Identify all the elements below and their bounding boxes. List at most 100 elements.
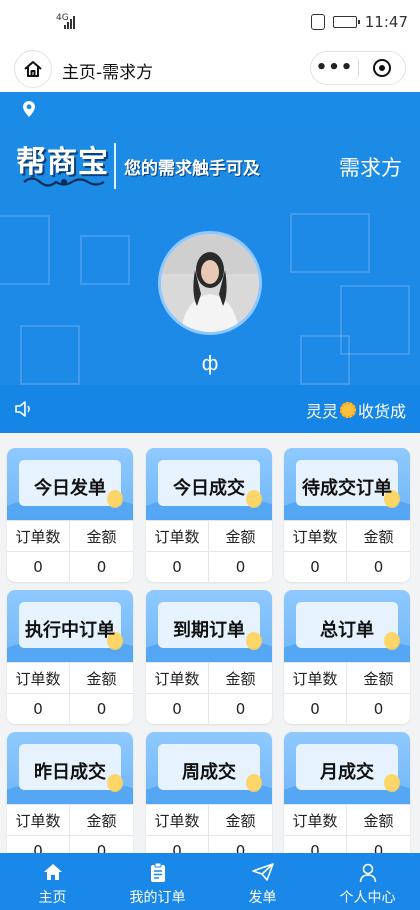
card-header: 到期订单 <box>146 590 272 662</box>
decor-square <box>340 285 410 355</box>
order-count-label: 订单数 <box>284 520 347 551</box>
amount-label: 金额 <box>209 804 272 835</box>
amount-label: 金额 <box>209 662 272 693</box>
stat-card[interactable]: 今日成交 订单数 金额 0 0 <box>146 448 272 582</box>
decor-square <box>80 235 130 285</box>
stat-card[interactable]: 待成交订单订单数 金额 0 0 <box>284 448 410 582</box>
order-count-value: 0 <box>146 835 209 853</box>
home-button[interactable] <box>14 50 52 88</box>
order-count-label: 订单数 <box>7 804 70 835</box>
amount-label: 金额 <box>70 520 133 551</box>
order-count-value: 0 <box>146 551 209 582</box>
amount-value: 0 <box>70 551 133 582</box>
tab-send-order[interactable]: 发单 <box>210 853 315 910</box>
notice-bar: 灵灵 收货成 <box>0 385 420 433</box>
navigation-bar: 主页-需求方 ••• <box>0 46 420 92</box>
card-title: 月成交 <box>320 762 374 783</box>
order-count-value: 0 <box>284 551 347 582</box>
page-title: 主页-需求方 <box>62 63 154 83</box>
order-list-icon <box>150 863 165 882</box>
more-menu-button[interactable]: ••• <box>311 53 358 83</box>
location-bar <box>0 92 420 125</box>
location-pin-icon[interactable] <box>22 100 36 118</box>
card-header: 执行中订单 <box>7 590 133 662</box>
amount-value: 0 <box>347 693 410 724</box>
tab-home[interactable]: 主页 <box>0 853 105 910</box>
card-header: 总订单 <box>284 590 410 662</box>
order-count-value: 0 <box>284 835 347 853</box>
home-icon <box>24 61 42 77</box>
stat-card[interactable]: 周成交 订单数 金额 0 0 <box>146 732 272 853</box>
amount-value: 0 <box>70 693 133 724</box>
profile-section: ф <box>0 205 420 385</box>
battery-icon <box>332 16 360 28</box>
notice-text-start: 灵灵 <box>305 402 338 421</box>
stat-card[interactable]: 月成交订单数 金额 0 0 <box>284 732 410 853</box>
card-title: 今日成交 <box>173 478 245 499</box>
send-icon <box>251 863 274 881</box>
tab-my-orders[interactable]: 我的订单 <box>105 853 210 910</box>
notice-message: 灵灵 收货成 <box>306 398 406 422</box>
order-count-label: 订单数 <box>146 804 209 835</box>
amount-label: 金额 <box>70 804 133 835</box>
amount-label: 金额 <box>347 804 410 835</box>
stat-card[interactable]: 今日发单订单数 金额 0 0 <box>7 448 133 582</box>
stat-card[interactable]: 昨日成交 订单数 金额 0 0 <box>7 732 133 853</box>
amount-label: 金额 <box>347 520 410 551</box>
amount-label: 金额 <box>70 662 133 693</box>
banner-divider <box>114 143 116 189</box>
tab-bar: 主页 我的订单 发单 个人中心 <box>0 853 420 910</box>
amount-value: 0 <box>209 693 272 724</box>
order-count-label: 订单数 <box>7 520 70 551</box>
mini-program-capsule: ••• <box>310 51 406 85</box>
decor-square <box>290 213 370 273</box>
card-header: 今日成交 <box>146 448 272 520</box>
notice-text-end: 收货成 <box>357 402 406 421</box>
stats-grid: 今日发单 订单数 金额 0 0 今日成交 订单数 金额 0 0 待成交订单 订单数 金额 0 0 执行中订单订… <box>0 433 420 853</box>
card-header: 昨日成交 <box>7 732 133 804</box>
decor-square <box>0 215 50 285</box>
order-count-value: 0 <box>7 835 70 853</box>
amount-value: 0 <box>347 835 410 853</box>
clock: 11:47 <box>364 13 408 31</box>
amount-label: 金额 <box>209 520 272 551</box>
amount-value: 0 <box>347 551 410 582</box>
vibrate-icon <box>310 14 325 30</box>
card-header: 今日发单 <box>7 448 133 520</box>
brand-slogan: 您的需求触手可及 <box>124 159 260 179</box>
card-title: 执行中订单 <box>25 620 115 641</box>
tab-label: 发单 <box>248 890 277 906</box>
order-count-label: 订单数 <box>146 662 209 693</box>
stat-card[interactable]: 到期订单订单数 金额 0 0 <box>146 590 272 724</box>
signal-icon <box>64 16 75 29</box>
tab-profile[interactable]: 个人中心 <box>315 853 420 910</box>
order-count-label: 订单数 <box>284 662 347 693</box>
speaker-icon <box>15 401 30 417</box>
card-title: 周成交 <box>182 762 236 783</box>
home-icon <box>43 864 62 880</box>
avatar[interactable] <box>158 231 262 335</box>
target-icon <box>372 59 391 77</box>
tab-label: 主页 <box>38 890 67 906</box>
stat-card[interactable]: 执行中订单 订单数 金额 0 0 <box>7 590 133 724</box>
stat-card[interactable]: 总订单 订单数 金额 0 0 <box>284 590 410 724</box>
brand-banner: 帮商宝 您的需求触手可及 需求方 <box>0 125 420 205</box>
close-button[interactable] <box>359 59 405 77</box>
card-header: 待成交订单 <box>284 448 410 520</box>
role-label: 需求方 <box>339 156 402 180</box>
logo-ornament-icon <box>23 177 105 187</box>
order-count-label: 订单数 <box>284 804 347 835</box>
card-header: 月成交 <box>284 732 410 804</box>
user-name: ф <box>201 351 219 375</box>
order-count-value: 0 <box>146 693 209 724</box>
emoji-sun-icon <box>339 402 356 418</box>
card-title: 昨日成交 <box>34 762 106 783</box>
amount-label: 金额 <box>347 662 410 693</box>
amount-value: 0 <box>209 551 272 582</box>
user-icon <box>359 863 376 883</box>
tab-label: 个人中心 <box>339 890 396 906</box>
card-title: 待成交订单 <box>302 478 392 499</box>
card-title: 到期订单 <box>173 620 245 641</box>
order-count-value: 0 <box>7 551 70 582</box>
card-title: 今日发单 <box>34 478 106 499</box>
